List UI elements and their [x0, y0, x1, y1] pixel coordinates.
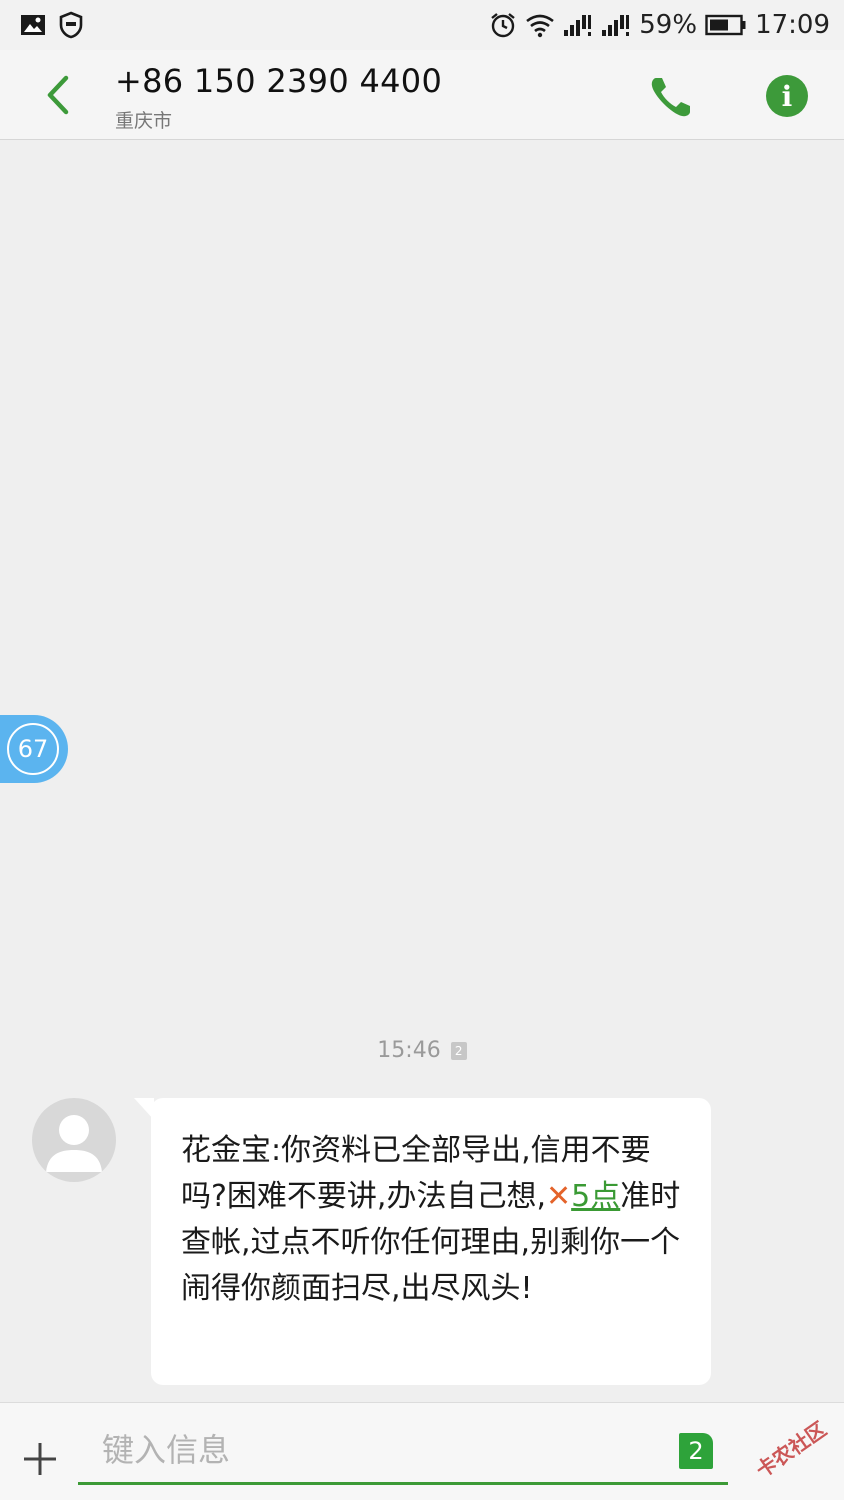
battery-icon — [705, 14, 747, 36]
contact-number: +86 150 2390 4400 — [115, 62, 443, 100]
alarm-icon — [489, 11, 517, 39]
battery-percent: 59% — [639, 10, 698, 40]
clock-time: 17:09 — [755, 10, 830, 40]
shield-icon — [58, 11, 84, 39]
phone-icon — [651, 78, 690, 117]
sim-slot-badge: 2 — [450, 1042, 467, 1060]
contact-avatar[interactable] — [32, 1098, 116, 1182]
conversation-header: +86 150 2390 4400 重庆市 i — [0, 50, 844, 140]
call-button[interactable] — [646, 72, 696, 122]
add-attachment-button[interactable] — [20, 1439, 60, 1479]
message-time-link[interactable]: 5点 — [571, 1179, 620, 1214]
status-right: 59% 17:09 — [489, 10, 830, 40]
back-button[interactable] — [36, 72, 80, 118]
info-icon: i — [781, 79, 793, 113]
plus-icon — [24, 1443, 56, 1475]
message-bubble[interactable]: 花金宝:你资料已全部导出,信用不要吗?困难不要讲,办法自己想,✕5点准时查帐,过… — [151, 1098, 711, 1385]
chevron-left-icon — [47, 75, 69, 115]
image-notification-icon — [20, 13, 46, 37]
info-button[interactable]: i — [766, 75, 808, 117]
signal-sim1-icon — [563, 13, 593, 37]
signal-sim2-icon — [601, 13, 631, 37]
message-timestamp: 15:46 2 — [0, 1038, 844, 1063]
send-sim-button[interactable]: 2 — [679, 1433, 713, 1469]
message-input[interactable] — [78, 1417, 728, 1485]
wifi-icon — [525, 12, 555, 38]
contact-location: 重庆市 — [115, 110, 173, 132]
floating-badge-count: 67 — [7, 723, 59, 775]
status-bar: 59% 17:09 — [0, 0, 844, 50]
floating-assistant-badge[interactable]: 67 — [0, 715, 68, 783]
cross-mark-icon: ✕ — [546, 1179, 572, 1214]
message-time: 15:46 — [377, 1038, 441, 1063]
status-left — [20, 11, 84, 39]
message-composer: 2 — [0, 1402, 844, 1500]
person-icon — [46, 1115, 102, 1172]
